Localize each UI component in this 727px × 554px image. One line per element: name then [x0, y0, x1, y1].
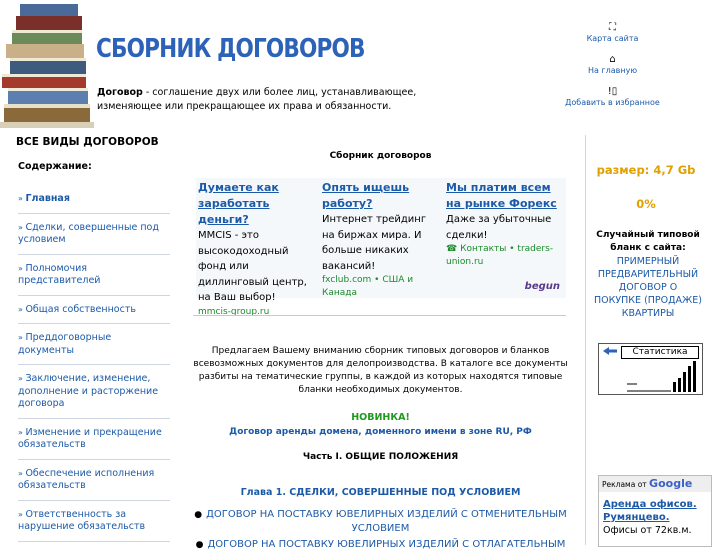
- home-label: На главную: [587, 66, 638, 75]
- sitemap-link[interactable]: ⛶ Карта сайта: [545, 22, 680, 43]
- chapter-link[interactable]: Глава 1. СДЕЛКИ, СОВЕРШЕННЫЕ ПОД УСЛОВИЕ…: [241, 487, 521, 498]
- site-definition: Договор - соглашение двух или более лиц,…: [97, 86, 457, 114]
- ad-item[interactable]: Опять ищешь работу? Интернет трейдинг на…: [322, 180, 437, 300]
- sidebar-item-label[interactable]: Ответственность за нарушение обязательст…: [18, 509, 145, 533]
- statistics-bars: [627, 361, 696, 392]
- sidebar-item-label[interactable]: Полномочия представителей: [18, 263, 100, 287]
- sidebar-item-label[interactable]: Обеспечение исполнения обязательств: [18, 468, 154, 492]
- sidebar-item-liability[interactable]: » Ответственность за нарушение обязатель…: [18, 501, 170, 542]
- sidebar-item-obligations-change[interactable]: » Изменение и прекращение обязательств: [18, 419, 170, 460]
- statistics-counter[interactable]: Статистика: [598, 343, 703, 395]
- random-form-link[interactable]: ПРИМЕРНЫЙ ПРЕДВАРИТЕЛЬНЫЙ ДОГОВОР О ПОКУ…: [594, 255, 702, 320]
- sidebar-nav: » Главная » Сделки, совершенные под усло…: [0, 185, 170, 542]
- sidebar-item-label[interactable]: Преддоговорные документы: [18, 332, 111, 356]
- ad-headline[interactable]: Опять ищешь работу?: [322, 180, 437, 212]
- ad-item[interactable]: Думаете как заработать деньги? MMCIS - э…: [198, 180, 313, 319]
- arrow-icon: [603, 347, 617, 355]
- begun-logo[interactable]: begun: [525, 281, 560, 292]
- home-link[interactable]: ⌂ На главную: [545, 54, 680, 75]
- ad-body: Даже за убыточные сделки!: [446, 214, 552, 241]
- sidebar-item-conditional-deals[interactable]: » Сделки, совершенные под условием: [18, 214, 170, 255]
- bullet-icon: ●: [194, 510, 203, 520]
- sidebar-item-label[interactable]: Главная: [25, 193, 70, 204]
- part-heading: Часть I. ОБЩИЕ ПОЛОЖЕНИЯ: [302, 452, 459, 462]
- toc-label: Содержание:: [18, 161, 92, 172]
- sidebar-item-precontract[interactable]: » Преддоговорные документы: [18, 324, 170, 365]
- new-badge: НОВИНКА!: [351, 412, 410, 423]
- statistics-label: Статистика: [621, 346, 699, 359]
- sidebar-heading: ВСЕ ВИДЫ ДОГОВОРОВ: [16, 136, 159, 148]
- ad-domain[interactable]: fxclub.com • США и Канада: [322, 274, 437, 300]
- google-ad-header: Реклама от Google: [599, 476, 711, 492]
- top-links: ⛶ Карта сайта ⌂ На главную !▯ Добавить в из…: [545, 22, 680, 118]
- collection-percent: 0%: [636, 197, 656, 211]
- contract-list: ● ДОГОВОР НА ПОСТАВКУ ЮВЕЛИРНЫХ ИЗДЕЛИЙ С…: [193, 508, 568, 554]
- ad-body: Интернет трейдинг на биржах мира. И боль…: [322, 214, 427, 272]
- ad-contacts[interactable]: ☎ Контакты • traders-union.ru: [446, 243, 561, 269]
- sidebar-item-representatives[interactable]: » Полномочия представителей: [18, 255, 170, 296]
- main-content: Сборник договоров Думаете как заработать…: [193, 135, 568, 550]
- home-icon: ⌂: [609, 54, 616, 65]
- sidebar-item-home[interactable]: » Главная: [18, 185, 170, 214]
- ad-prefix: Реклама от: [602, 480, 647, 489]
- bullet-icon: ●: [195, 540, 204, 550]
- google-logo[interactable]: Google: [649, 477, 692, 490]
- bookmark-label: Добавить в избранное: [565, 98, 660, 107]
- sitemap-icon: ⛶: [609, 22, 616, 33]
- random-form-heading: Случайный типовой бланк с сайта:: [596, 230, 700, 253]
- sidebar-item-obligations-security[interactable]: » Обеспечение исполнения обязательств: [18, 460, 170, 501]
- chapter-heading[interactable]: Глава 1. СДЕЛКИ, СОВЕРШЕННЫЕ ПОД УСЛОВИЕ…: [193, 487, 568, 498]
- right-divider: [585, 135, 586, 545]
- phone-icon: ☎: [446, 244, 461, 254]
- ad-headline[interactable]: Думаете как заработать деньги?: [198, 180, 313, 228]
- ad-headline[interactable]: Мы платим всем на рынке Форекс: [446, 180, 561, 212]
- bookmark-link[interactable]: !▯ Добавить в избранное: [545, 86, 680, 107]
- google-ad-title[interactable]: Аренда офисов. Румянцево.: [599, 492, 711, 524]
- page-title: Сборник договоров: [329, 151, 432, 161]
- left-sidebar: ВСЕ ВИДЫ ДОГОВОРОВ Содержание: » Главная…: [0, 135, 180, 542]
- new-contract-link-text[interactable]: Договор аренды домена, доменного имени в…: [229, 427, 532, 437]
- sitemap-label: Карта сайта: [586, 34, 639, 43]
- intro-text: Предлагаем Вашему вниманию сборник типов…: [193, 346, 568, 395]
- ad-item[interactable]: Мы платим всем на рынке Форекс Даже за у…: [446, 180, 561, 269]
- contract-item[interactable]: ● ДОГОВОР НА ПОСТАВКУ ЮВЕЛИРНЫХ ИЗДЕЛИЙ С…: [193, 538, 568, 552]
- random-form-link-text[interactable]: ПРИМЕРНЫЙ ПРЕДВАРИТЕЛЬНЫЙ ДОГОВОР О ПОКУ…: [594, 256, 702, 319]
- definition-term: Договор: [97, 87, 143, 98]
- definition-text: - соглашение двух или более лиц, устанав…: [97, 87, 417, 112]
- books-logo: [0, 4, 94, 128]
- divider: [193, 315, 566, 316]
- ad-body: MMCIS - это высокодоходный фонд или дилл…: [198, 230, 307, 303]
- sidebar-item-label[interactable]: Изменение и прекращение обязательств: [18, 427, 162, 451]
- ad-domain[interactable]: Контакты • traders-union.ru: [446, 244, 553, 267]
- sidebar-item-label[interactable]: Общая собственность: [25, 304, 136, 315]
- new-contract-link[interactable]: Договор аренды домена, доменного имени в…: [193, 427, 568, 437]
- sidebar-item-common-property[interactable]: » Общая собственность: [18, 296, 170, 324]
- sidebar-item-label[interactable]: Сделки, совершенные под условием: [18, 222, 159, 246]
- contract-item[interactable]: ● ДОГОВОР НА ПОСТАВКУ ЮВЕЛИРНЫХ ИЗДЕЛИЙ С…: [193, 508, 568, 536]
- site-title: СБОРНИК ДОГОВОРОВ: [96, 34, 366, 64]
- ad-domain[interactable]: mmcis-group.ru: [198, 306, 313, 319]
- bookmark-icon: !▯: [607, 86, 618, 97]
- collection-size: размер: 4,7 Gb: [596, 163, 696, 177]
- google-ad-block: Реклама от Google Аренда офисов. Румянце…: [598, 475, 712, 547]
- contract-link[interactable]: ДОГОВОР НА ПОСТАВКУ ЮВЕЛИРНЫХ ИЗДЕЛИЙ С …: [206, 509, 567, 534]
- google-ad-text: Офисы от 72кв.м.: [603, 525, 692, 536]
- sidebar-item-label[interactable]: Заключение, изменение, дополнение и раст…: [18, 373, 158, 409]
- sidebar-item-conclusion[interactable]: » Заключение, изменение, дополнение и ра…: [18, 365, 170, 419]
- ad-block-begun: Думаете как заработать деньги? MMCIS - э…: [196, 178, 566, 317]
